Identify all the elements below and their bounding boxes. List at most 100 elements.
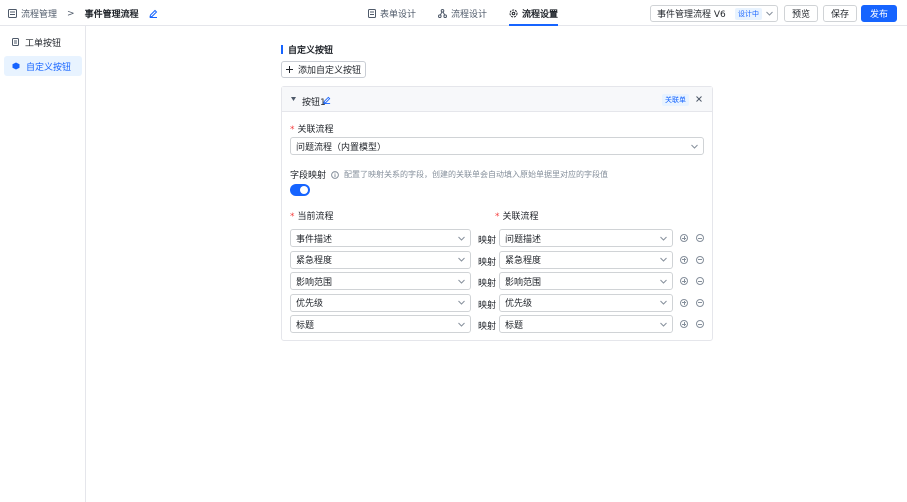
- field-mapping-label: 字段映射: [290, 171, 327, 181]
- related-field-value: 优先级: [505, 299, 533, 309]
- chevron-down-icon: [766, 11, 773, 16]
- list-icon: [8, 9, 17, 18]
- save-button[interactable]: 保存: [823, 5, 857, 22]
- gear-icon: [509, 9, 518, 17]
- related-field-value: 标题: [505, 320, 524, 331]
- section-accent-bar: [281, 45, 283, 54]
- sidebar-item-ticket-buttons[interactable]: 工单按钮: [4, 32, 82, 52]
- chevron-down-icon: [458, 322, 465, 327]
- current-field-value: 标题: [296, 320, 315, 331]
- chevron-down-icon: [660, 322, 667, 327]
- related-field-value: 紧急程度: [505, 256, 542, 266]
- status-badge: 设计中: [735, 7, 762, 20]
- current-field-value: 影响范围: [296, 277, 333, 288]
- edit-icon[interactable]: [148, 9, 158, 18]
- add-row-icon[interactable]: [680, 298, 688, 307]
- version-select[interactable]: 事件管理流程 V6 设计中: [650, 5, 778, 22]
- related-field-select[interactable]: 优先级: [499, 293, 673, 312]
- current-field-select[interactable]: 优先级: [290, 293, 471, 312]
- flow-icon: [438, 8, 448, 18]
- breadcrumb-separator: >: [67, 8, 75, 19]
- related-flow-header-text: 关联流程: [502, 212, 539, 222]
- remove-row-icon[interactable]: [696, 277, 704, 285]
- add-row-icon[interactable]: [680, 234, 688, 242]
- sidebar-item-label: 自定义按钮: [26, 62, 72, 73]
- related-field-value: 问题描述: [505, 234, 542, 245]
- remove-row-icon[interactable]: [696, 255, 704, 264]
- current-field-value: 优先级: [296, 299, 324, 309]
- add-button-label: 添加自定义按钮: [297, 66, 361, 76]
- related-field-select[interactable]: 紧急程度: [499, 250, 673, 269]
- chevron-down-icon: [660, 236, 667, 241]
- top-bar: 流程管理 > 事件管理流程 表单设计 流程设计 流程设置 事件管理流程 V6 设…: [0, 0, 907, 26]
- related-flow-select[interactable]: 问题流程（内置模型）: [290, 137, 704, 155]
- add-row-icon[interactable]: [680, 255, 688, 264]
- breadcrumb: 流程管理 > 事件管理流程: [8, 7, 158, 20]
- sidebar-item-label: 工单按钮: [25, 38, 62, 49]
- related-flow-label-text: 关联流程: [297, 125, 334, 135]
- edit-icon[interactable]: [323, 96, 331, 104]
- remove-row-icon[interactable]: [696, 298, 704, 307]
- field-mapping-toggle[interactable]: [290, 184, 310, 196]
- related-flow-label: * 关联流程: [290, 122, 334, 135]
- caret-down-icon[interactable]: [291, 97, 296, 101]
- sidebar: 工单按钮 自定义按钮: [0, 26, 86, 502]
- current-field-select[interactable]: 紧急程度: [290, 250, 471, 269]
- chevron-down-icon: [458, 300, 465, 305]
- related-field-select[interactable]: 影响范围: [499, 272, 673, 290]
- chevron-down-icon: [458, 236, 465, 241]
- chevron-down-icon: [458, 279, 465, 284]
- map-label: 映射: [478, 300, 497, 311]
- current-field-select[interactable]: 影响范围: [290, 272, 471, 290]
- tab-flow-settings[interactable]: 流程设置: [509, 0, 559, 26]
- current-field-select[interactable]: 事件描述: [290, 229, 471, 247]
- current-field-value: 事件描述: [296, 234, 333, 245]
- section-title: 自定义按钮: [281, 43, 333, 56]
- remove-row-icon[interactable]: [696, 320, 704, 328]
- required-mark: *: [495, 212, 500, 222]
- breadcrumb-parent[interactable]: 流程管理: [21, 7, 57, 20]
- related-badge: 关联单: [662, 94, 689, 106]
- cube-icon: [12, 62, 20, 70]
- tab-label: 流程设计: [451, 9, 488, 20]
- current-field-select[interactable]: 标题: [290, 315, 471, 333]
- current-flow-header-text: 当前流程: [297, 212, 334, 222]
- chevron-down-icon: [458, 257, 465, 262]
- version-name: 事件管理流程 V6: [657, 10, 726, 20]
- field-mapping-hint: 配置了映射关系的字段，创建的关联单会自动填入原始单据里对应的字段值: [344, 170, 609, 179]
- toggle-knob: [300, 186, 308, 194]
- related-flow-value: 问题流程（内置模型）: [296, 142, 387, 153]
- document-icon: [368, 8, 376, 18]
- add-row-icon[interactable]: [680, 320, 688, 328]
- field-mapping-row: 字段映射 配置了映射关系的字段，创建的关联单会自动填入原始单据里对应的字段值: [290, 168, 608, 181]
- add-row-icon[interactable]: [680, 277, 688, 285]
- tab-flow-design[interactable]: 流程设计: [438, 0, 487, 26]
- document-icon: [12, 38, 19, 46]
- card-header: 按钮1 关联单: [282, 87, 712, 112]
- required-mark: *: [290, 125, 295, 135]
- related-field-select[interactable]: 标题: [499, 315, 673, 333]
- remove-row-icon[interactable]: [696, 234, 704, 242]
- chevron-down-icon: [660, 300, 667, 305]
- chevron-down-icon: [660, 257, 667, 262]
- breadcrumb-current: 事件管理流程: [84, 10, 139, 20]
- close-icon[interactable]: [696, 96, 702, 102]
- plus-icon: [285, 66, 293, 73]
- map-label: 映射: [478, 279, 497, 289]
- add-custom-button[interactable]: 添加自定义按钮: [281, 61, 366, 78]
- required-mark: *: [290, 212, 295, 222]
- tab-bar: 表单设计 流程设计 流程设置: [368, 0, 559, 26]
- tab-form-design[interactable]: 表单设计: [368, 0, 416, 26]
- preview-button[interactable]: 预览: [784, 5, 818, 22]
- sidebar-item-custom-buttons[interactable]: 自定义按钮: [4, 56, 82, 76]
- tab-label: 流程设置: [522, 9, 559, 20]
- related-field-value: 影响范围: [505, 277, 542, 288]
- related-field-select[interactable]: 问题描述: [499, 229, 673, 247]
- map-label: 映射: [478, 257, 497, 268]
- section-title-text: 自定义按钮: [288, 46, 334, 56]
- publish-button[interactable]: 发布: [861, 5, 897, 22]
- chevron-down-icon: [660, 279, 667, 284]
- related-flow-header: * 关联流程: [495, 209, 539, 222]
- chevron-down-icon: [691, 144, 698, 149]
- info-icon: [331, 170, 339, 179]
